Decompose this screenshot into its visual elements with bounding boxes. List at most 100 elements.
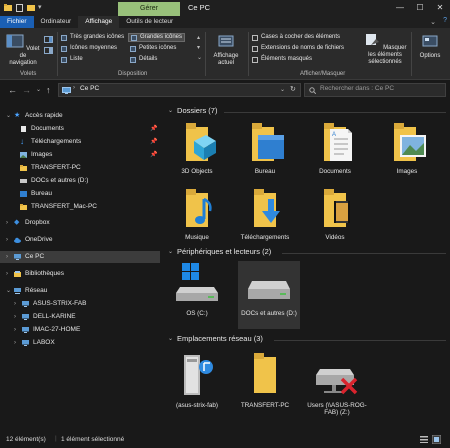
layout-small-icons[interactable]: Petites icônes [130,44,176,53]
sidebar-item-images[interactable]: Images 📌 [0,149,160,161]
folder-images-icon [394,123,426,161]
folder-tile-images[interactable]: Images [376,121,438,175]
pin-icon[interactable]: 📌 [150,136,157,148]
expand-chevron-icon[interactable]: › [14,324,16,336]
pin-icon[interactable]: 📌 [150,123,157,135]
layout-medium-icons[interactable]: Icônes moyennes [61,44,117,53]
layout-extra-large-icons[interactable]: Très grandes icônes [61,33,124,42]
tab-affichage[interactable]: Affichage [78,16,120,28]
back-arrow-icon[interactable]: ← [8,85,17,95]
options-button[interactable]: Options [414,34,446,60]
layout-large-icons[interactable]: Grandes icônes [128,33,186,42]
drive-label-d: DOCs et autres (D:) [241,310,297,317]
item-checkboxes-checkbox[interactable] [252,34,258,41]
large-icons-view-icon[interactable] [432,435,441,444]
hidden-items-checkbox[interactable] [252,56,258,63]
pin-icon[interactable]: 📌 [150,149,157,161]
layout-details[interactable]: Détails [130,55,157,64]
checkbox-item-checkboxes[interactable]: Cases à cocher des éléments [252,33,340,42]
sidebar-item-quick-access[interactable]: ⌄ ★ Accès rapide [0,110,160,122]
collapse-ribbon-icon[interactable]: ⌄ [430,18,436,26]
sidebar-item-transfert-mac-pc[interactable]: TRANSFERT_Mac-PC [0,201,160,213]
tab-ordinateur[interactable]: Ordinateur [34,16,79,28]
context-tab-gerer[interactable]: Gérer [118,2,180,16]
hide-selected-button[interactable]: Masquer les éléments sélectionnés [362,33,408,66]
folders-collapse-icon[interactable]: ⌄ [168,107,173,114]
section-header-folders[interactable]: ⌄ Dossiers (7) [168,106,217,115]
quick-access-chevron-icon[interactable]: ⌄ [6,110,11,122]
up-arrow-icon[interactable]: ↑ [46,85,51,95]
sidebar-item-dell-karine[interactable]: › DELL-KARINE [0,311,160,323]
navigation-pane-button[interactable]: Volet de navigation [6,34,40,67]
preview-pane-icon[interactable] [44,36,53,43]
drive-tile-c[interactable]: OS (C:) [166,261,228,317]
folder-tile-3d-objects[interactable]: 3D Objects [166,121,228,175]
tab-fichier[interactable]: Fichier [0,16,34,28]
sidebar-item-network[interactable]: ⌄ Réseau [0,285,160,297]
folders-header-label: Dossiers (7) [177,106,218,115]
checkbox-hidden-items[interactable]: Éléments masqués [252,55,312,64]
folder-tile-telechargements[interactable]: Téléchargements [234,187,296,241]
layout-list[interactable]: Liste [61,55,83,64]
drive-tile-d[interactable]: DOCs et autres (D:) [238,261,300,329]
sidebar-item-downloads[interactable]: ↓ Téléchargements 📌 [0,136,160,148]
breadcrumb-this-pc[interactable]: Ce PC [80,85,99,92]
sidebar-item-transfert-pc[interactable]: TRANSFERT-PC [0,162,160,174]
folder-desktop-icon [252,123,284,161]
address-bar: ← → ⌄ ↑ › Ce PC ⌄ ↻ [0,80,450,101]
recent-locations-icon[interactable]: ⌄ [36,86,41,93]
network-chevron-icon[interactable]: ⌄ [6,285,11,297]
section-header-network-locations[interactable]: ⌄ Emplacements réseau (3) [168,334,263,343]
sidebar-item-desktop[interactable]: Bureau [0,188,160,200]
network-locations-collapse-icon[interactable]: ⌄ [168,335,173,342]
libraries-chevron-icon[interactable]: › [6,268,8,280]
breadcrumb-chevron-icon[interactable]: › [73,85,75,91]
folder-tile-documents[interactable]: A Documents [304,121,366,175]
layout-more-icon[interactable]: ⌄ [197,54,202,61]
details-pane-icon[interactable] [44,47,53,54]
layout-scroll-up-icon[interactable]: ▴ [197,34,200,41]
network-tile-users-z[interactable]: Users (\\ASUS-ROG-FAB) (Z:) [304,351,370,416]
search-input[interactable] [320,85,440,92]
layout-small-label: Petites icônes [139,45,177,51]
close-button[interactable]: ✕ [430,0,450,16]
network-tile-transfert-pc[interactable]: TRANSFERT-PC [234,351,296,409]
folder-tile-bureau[interactable]: Bureau [234,121,296,175]
devices-collapse-icon[interactable]: ⌄ [168,248,173,255]
sidebar-item-libraries[interactable]: › Bibliothèques [0,268,160,280]
sidebar-item-drive-d[interactable]: DOCs et autres (D:) [0,175,160,187]
help-icon[interactable]: ? [443,17,447,24]
maximize-button[interactable]: ☐ [410,0,430,16]
folder-label-videos: Vidéos [325,234,345,241]
current-view-button[interactable]: Affichage actuel [209,34,243,67]
folder-tile-musique[interactable]: Musique [166,187,228,241]
expand-chevron-icon[interactable]: › [14,337,16,349]
sidebar-item-onedrive[interactable]: › OneDrive [0,234,160,246]
refresh-icon[interactable]: ↻ [290,85,296,93]
network-tile-asus-strix-fab[interactable]: (asus-strix-fab) [166,351,228,409]
properties-icon[interactable] [16,4,23,12]
sidebar-item-documents[interactable]: Documents 📌 [0,123,160,135]
file-extensions-checkbox[interactable] [252,45,258,52]
sidebar-item-this-pc[interactable]: › Ce PC [0,251,160,263]
sidebar-item-imac-27-home[interactable]: › IMAC-27-HOME [0,324,160,336]
expand-chevron-icon[interactable]: › [14,298,16,310]
sidebar-item-dropbox[interactable]: › ◆ Dropbox [0,217,160,229]
sidebar-item-asus-strix-fab[interactable]: › ASUS-STRIX-FAB [0,298,160,310]
qat-chevron-icon[interactable]: ▾ [38,3,42,11]
section-header-devices[interactable]: ⌄ Périphériques et lecteurs (2) [168,247,271,256]
folder-tile-videos[interactable]: Vidéos [304,187,366,241]
tab-outils-de-lecteur[interactable]: Outils de lecteur [119,16,180,28]
new-folder-icon[interactable] [27,4,35,11]
checkbox-file-extensions[interactable]: Extensions de noms de fichiers [252,44,344,53]
dropbox-chevron-icon[interactable]: › [6,217,8,229]
expand-chevron-icon[interactable]: › [14,311,16,323]
details-view-icon[interactable] [420,436,428,443]
minimize-button[interactable]: — [390,0,410,16]
sidebar-item-labox[interactable]: › LABOX [0,337,160,349]
this-pc-chevron-icon[interactable]: › [6,251,8,263]
forward-arrow-icon[interactable]: → [22,85,31,95]
layout-scroll-down-icon[interactable]: ▾ [197,44,200,51]
address-dropdown-icon[interactable]: ⌄ [280,86,285,93]
onedrive-chevron-icon[interactable]: › [6,234,8,246]
